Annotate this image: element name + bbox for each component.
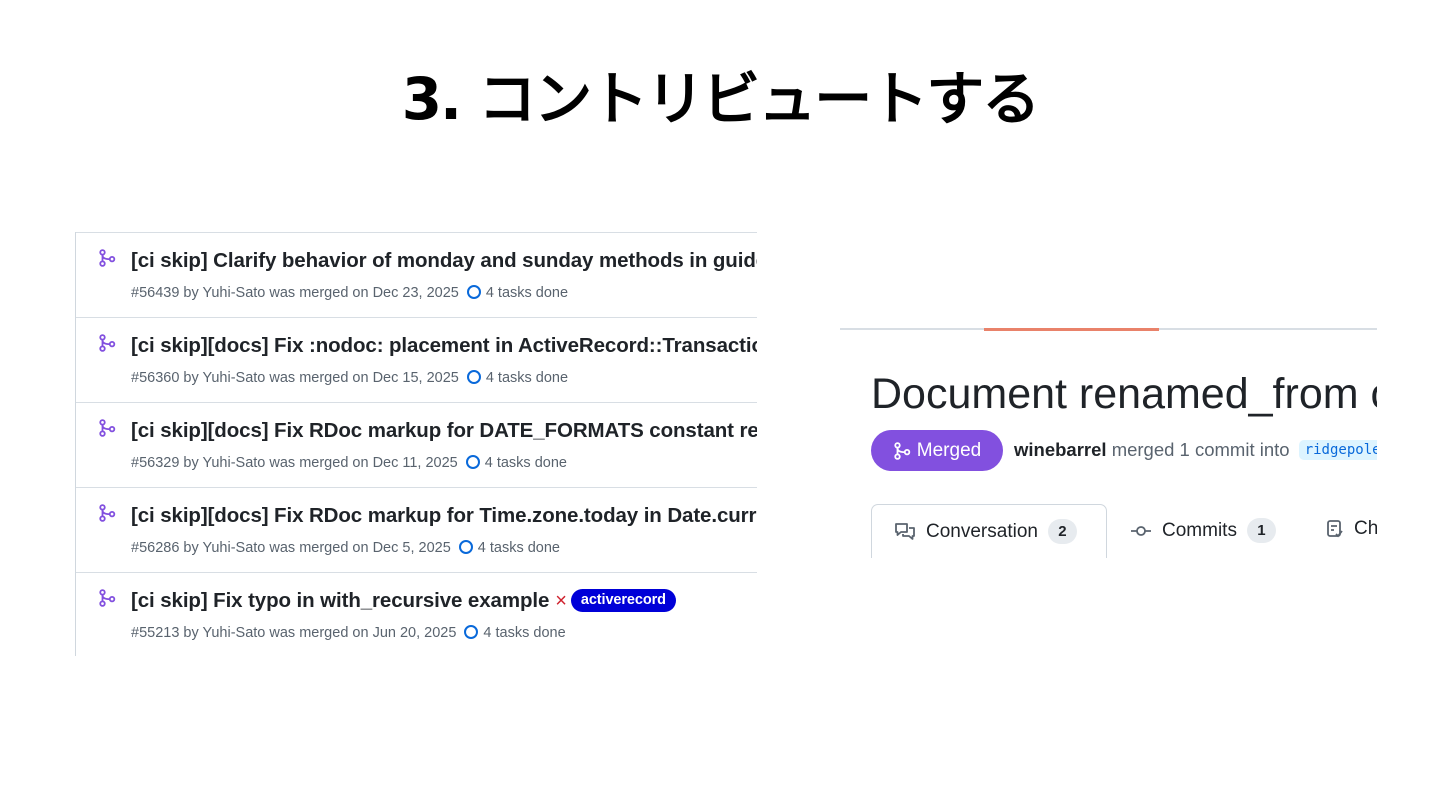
tasks-done: 4 tasks done [485, 370, 569, 386]
merged-label: Merged [916, 439, 982, 461]
tasks-done: 4 tasks done [483, 625, 566, 641]
pr-row[interactable]: [ci skip][docs] Fix RDoc markup for DATE… [76, 402, 757, 487]
conversation-icon [895, 522, 915, 540]
pr-title-link[interactable]: [ci skip][docs] Fix :nodoc: placement in… [131, 334, 757, 358]
merged-pr-icon [99, 249, 116, 267]
base-branch[interactable]: ridgepole:main [1298, 440, 1377, 460]
pr-meta-text: #55213 by Yuhi-Sato was merged on Jun 20… [131, 625, 457, 641]
tab-commits[interactable]: Commits 1 [1130, 518, 1276, 543]
author-link[interactable]: winebarrel [1014, 439, 1107, 460]
pr-title-link[interactable]: [ci skip][docs] Fix RDoc markup for DATE… [131, 419, 757, 443]
tab-commits-label: Commits [1162, 519, 1237, 541]
task-progress-icon [466, 370, 481, 384]
commit-icon [1131, 525, 1151, 536]
pr-row[interactable]: [ci skip][docs] Fix :nodoc: placement in… [76, 317, 757, 402]
tab-checks[interactable]: Checks [1326, 518, 1377, 540]
pr-row[interactable]: [ci skip] Clarify behavior of monday and… [76, 232, 757, 317]
tab-checks-label: Checks [1354, 518, 1377, 539]
label-badge[interactable]: activerecord [570, 589, 676, 612]
pr-page-header: Document renamed_from option Merged wine… [840, 328, 1377, 558]
pr-title-link[interactable]: [ci skip][docs] Fix RDoc markup for Time… [131, 504, 757, 528]
pr-title-row: [ci skip] Fix typo in with_recursive exa… [131, 589, 676, 613]
merged-pr-icon [99, 334, 116, 352]
pr-meta-text: #56439 by Yuhi-Sato was merged on Dec 23… [131, 285, 459, 301]
merged-state-badge: Merged [871, 430, 1003, 471]
pr-meta: #55213 by Yuhi-Sato was merged on Jun 20… [131, 625, 566, 641]
merged-pr-icon [99, 419, 116, 437]
pr-list: [ci skip] Clarify behavior of monday and… [75, 232, 757, 656]
tab-conversation[interactable]: Conversation 2 [871, 504, 1107, 558]
pr-meta-text: #56286 by Yuhi-Sato was merged on Dec 5,… [131, 540, 451, 556]
merge-summary: winebarrel merged 1 commit into ridgepol… [1014, 439, 1377, 461]
task-progress-icon [465, 455, 480, 469]
tasks-done: 4 tasks done [477, 540, 560, 556]
pr-meta: #56439 by Yuhi-Sato was merged on Dec 23… [131, 285, 568, 301]
pr-meta-text: #56329 by Yuhi-Sato was merged on Dec 11… [131, 455, 458, 471]
task-progress-icon [466, 285, 481, 299]
pr-meta-text: #56360 by Yuhi-Sato was merged on Dec 15… [131, 370, 459, 386]
checks-icon [1327, 520, 1343, 538]
merged-pr-icon [99, 589, 116, 607]
pr-title-link[interactable]: [ci skip] Clarify behavior of monday and… [131, 249, 757, 273]
pr-meta: #56329 by Yuhi-Sato was merged on Dec 11… [131, 455, 567, 471]
tab-conversation-count: 2 [1047, 519, 1077, 544]
pr-heading: Document renamed_from option [871, 370, 1377, 418]
merged-pr-icon [99, 504, 116, 522]
task-progress-icon [464, 625, 479, 639]
pr-title-link[interactable]: [ci skip] Fix typo in with_recursive exa… [131, 589, 549, 612]
pr-meta: #56286 by Yuhi-Sato was merged on Dec 5,… [131, 540, 560, 556]
tab-conversation-label: Conversation [926, 520, 1038, 542]
slide-title: 3. コントリビュートする [401, 65, 1041, 133]
pr-meta: #56360 by Yuhi-Sato was merged on Dec 15… [131, 370, 568, 386]
tab-commits-count: 1 [1246, 518, 1276, 543]
active-nav-underline [984, 328, 1159, 331]
merge-icon [894, 441, 910, 460]
merge-text: merged 1 commit into [1111, 439, 1290, 460]
failed-status-icon[interactable]: × [555, 590, 567, 612]
tasks-done: 4 tasks done [485, 285, 569, 301]
pr-row[interactable]: [ci skip] Fix typo in with_recursive exa… [76, 572, 757, 656]
task-progress-icon [458, 540, 473, 554]
pr-row[interactable]: [ci skip][docs] Fix RDoc markup for Time… [76, 487, 757, 572]
tasks-done: 4 tasks done [484, 455, 567, 471]
